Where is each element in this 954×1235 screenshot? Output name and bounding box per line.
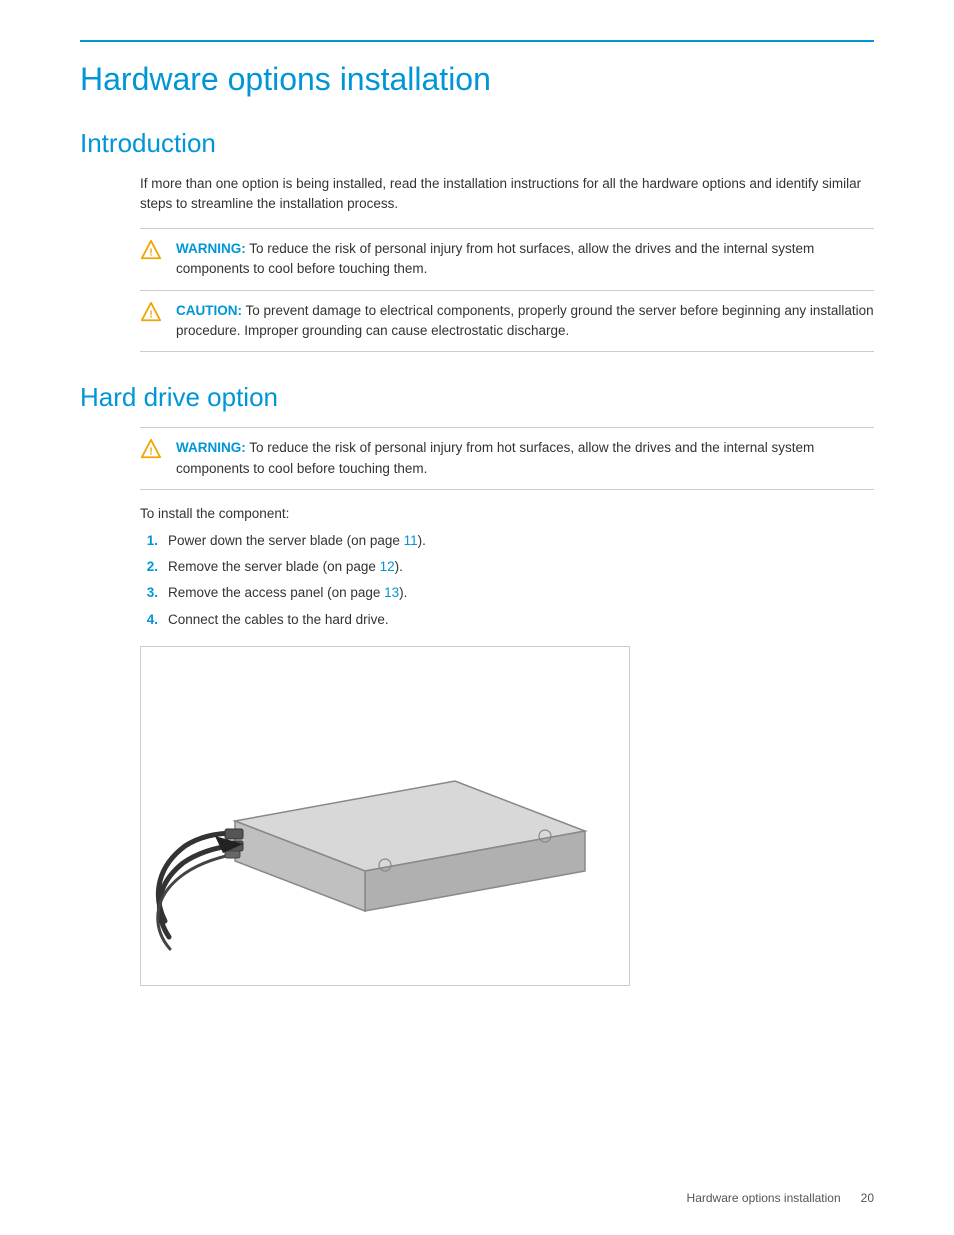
introduction-caution-label: CAUTION: — [176, 303, 242, 318]
hard-drive-warning-icon: ! — [140, 438, 162, 460]
footer-page: 20 — [861, 1191, 874, 1205]
introduction-body: If more than one option is being install… — [140, 174, 874, 215]
step-1-text: Power down the server blade (on page 11)… — [168, 531, 426, 551]
step-1: 1. Power down the server blade (on page … — [140, 531, 874, 551]
introduction-caution-body: To prevent damage to electrical componen… — [176, 303, 874, 338]
step-3-link[interactable]: 13 — [384, 585, 399, 600]
step-1-link[interactable]: 11 — [404, 533, 418, 548]
introduction-warning-label: WARNING: — [176, 241, 246, 256]
step-4-text: Connect the cables to the hard drive. — [168, 610, 389, 630]
page: Hardware options installation Introducti… — [0, 0, 954, 1235]
step-3: 3. Remove the access panel (on page 13). — [140, 583, 874, 603]
step-3-num: 3. — [140, 583, 158, 603]
svg-text:!: ! — [149, 447, 152, 458]
footer-section: Hardware options installation — [687, 1191, 841, 1205]
hard-drive-warning-body: To reduce the risk of personal injury fr… — [176, 440, 814, 475]
hard-drive-warning-text: WARNING: To reduce the risk of personal … — [176, 438, 874, 479]
hard-drive-warning-label: WARNING: — [176, 440, 246, 455]
hard-drive-title: Hard drive option — [80, 382, 874, 413]
introduction-caution: ! CAUTION: To prevent damage to electric… — [140, 291, 874, 353]
introduction-warning: ! WARNING: To reduce the risk of persona… — [140, 228, 874, 291]
top-rule — [80, 40, 874, 42]
figure-hard-drive — [140, 646, 630, 986]
steps-list: 1. Power down the server blade (on page … — [140, 531, 874, 630]
introduction-warning-text: WARNING: To reduce the risk of personal … — [176, 239, 874, 280]
introduction-caution-text: CAUTION: To prevent damage to electrical… — [176, 301, 874, 342]
install-intro: To install the component: — [140, 506, 874, 521]
step-2-num: 2. — [140, 557, 158, 577]
footer: Hardware options installation 20 — [687, 1191, 874, 1205]
svg-text:!: ! — [149, 248, 152, 259]
page-title: Hardware options installation — [80, 60, 874, 98]
introduction-warning-body: To reduce the risk of personal injury fr… — [176, 241, 814, 276]
step-4: 4. Connect the cables to the hard drive. — [140, 610, 874, 630]
step-2-text: Remove the server blade (on page 12). — [168, 557, 403, 577]
hard-drive-warning: ! WARNING: To reduce the risk of persona… — [140, 427, 874, 490]
step-1-num: 1. — [140, 531, 158, 551]
step-2-link[interactable]: 12 — [380, 559, 395, 574]
step-3-text: Remove the access panel (on page 13). — [168, 583, 407, 603]
hard-drive-illustration — [155, 661, 615, 971]
svg-text:!: ! — [149, 309, 152, 320]
step-2: 2. Remove the server blade (on page 12). — [140, 557, 874, 577]
warning-icon: ! — [140, 239, 162, 261]
caution-icon: ! — [140, 301, 162, 323]
introduction-title: Introduction — [80, 128, 874, 159]
step-4-num: 4. — [140, 610, 158, 630]
